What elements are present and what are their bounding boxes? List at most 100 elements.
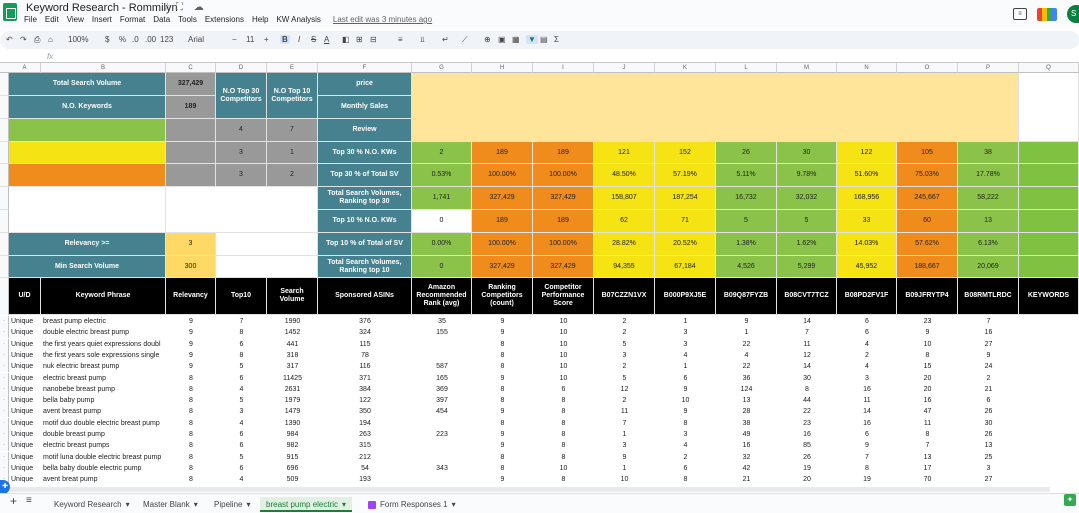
table-cell[interactable]: 4	[216, 418, 267, 429]
metric-value[interactable]: 1.62%	[777, 233, 837, 256]
table-cell[interactable]: 8	[166, 406, 216, 417]
menu-help[interactable]: Help	[252, 15, 268, 27]
table-cell[interactable]: 324	[318, 327, 412, 338]
metric-value[interactable]: 105	[897, 142, 958, 164]
table-cell[interactable]: 8	[166, 384, 216, 395]
table-cell[interactable]: 9	[472, 440, 533, 451]
table-cell[interactable]: 20	[777, 474, 837, 485]
header-9[interactable]: B07CZZN1VX	[594, 278, 655, 315]
table-cell[interactable]: 20	[897, 373, 958, 384]
top10-count-orange[interactable]: 2	[267, 164, 318, 187]
table-cell[interactable]: 7	[837, 452, 897, 463]
table-cell[interactable]: 3	[594, 350, 655, 361]
total-search-volume-label[interactable]: Total Search Volume	[9, 73, 166, 96]
table-cell[interactable]: 9	[166, 327, 216, 338]
more-formats-button[interactable]: 123	[160, 35, 173, 44]
table-cell[interactable]	[412, 452, 472, 463]
table-cell[interactable]: 5	[216, 452, 267, 463]
table-cell[interactable]: 350	[318, 406, 412, 417]
table-cell[interactable]: 23	[897, 316, 958, 327]
table-cell[interactable]: 12	[777, 350, 837, 361]
undo-icon[interactable]: ↶	[6, 35, 13, 44]
table-cell[interactable]: 587	[412, 361, 472, 372]
metric-value[interactable]: 20.52%	[655, 233, 716, 256]
table-cell[interactable]: 5	[216, 361, 267, 372]
italic-button[interactable]: I	[298, 35, 300, 44]
table-cell[interactable]: 371	[318, 373, 412, 384]
table-cell[interactable]: 8	[533, 395, 594, 406]
metric-value[interactable]: 189	[472, 210, 533, 233]
table-cell[interactable]: Unique	[9, 406, 41, 417]
menu-format[interactable]: Format	[120, 15, 145, 27]
header-6[interactable]: Amazon Recommended Rank (avg)	[412, 278, 472, 315]
header-16[interactable]: KEYWORDS	[1019, 278, 1079, 315]
table-cell[interactable]: 12	[594, 384, 655, 395]
metric-value[interactable]: 30	[777, 142, 837, 164]
menu-edit[interactable]: Edit	[45, 15, 59, 27]
column-header-d[interactable]: D	[216, 63, 267, 73]
table-cell[interactable]: the first years sole expressions single	[41, 350, 166, 361]
table-cell[interactable]: 1	[594, 429, 655, 440]
table-cell[interactable]: electric breast pumps	[41, 440, 166, 451]
explore-icon[interactable]: ✦	[1064, 494, 1076, 506]
price-label[interactable]: price	[318, 73, 412, 96]
column-header-e[interactable]: E	[267, 63, 318, 73]
table-cell[interactable]: 1979	[267, 395, 318, 406]
add-sheet-button[interactable]: +	[10, 494, 17, 508]
table-cell[interactable]: 47	[897, 406, 958, 417]
table-cell[interactable]: 9	[837, 440, 897, 451]
metric-value[interactable]: 188,667	[897, 256, 958, 278]
all-sheets-button[interactable]: ≡	[26, 495, 32, 506]
sheet-tab-form-responses-1[interactable]: Form Responses 1 ▾	[362, 497, 462, 512]
table-cell[interactable]: 509	[267, 474, 318, 485]
table-cell[interactable]: 27	[958, 474, 1019, 485]
table-cell[interactable]: 3	[655, 327, 716, 338]
table-cell[interactable]: 13	[897, 452, 958, 463]
table-cell[interactable]: 8	[166, 474, 216, 485]
table-cell[interactable]: 8	[166, 395, 216, 406]
table-cell[interactable]: 26	[777, 452, 837, 463]
table-cell[interactable]: 19	[777, 463, 837, 474]
column-header-k[interactable]: K	[655, 63, 716, 73]
table-cell[interactable]: 8	[837, 463, 897, 474]
metric-value[interactable]: 158,807	[594, 187, 655, 210]
table-cell[interactable]	[412, 440, 472, 451]
min-search-volume-label[interactable]: Min Search Volume	[9, 256, 166, 278]
table-cell[interactable]: 6	[216, 440, 267, 451]
table-cell[interactable]: 17	[897, 463, 958, 474]
table-cell[interactable]: 38	[716, 418, 777, 429]
metric-value[interactable]: 1.38%	[716, 233, 777, 256]
table-cell[interactable]: 6	[837, 327, 897, 338]
currency-button[interactable]: $	[105, 35, 109, 44]
table-cell[interactable]: 343	[412, 463, 472, 474]
merge-cells-icon[interactable]: ⊟	[370, 35, 377, 44]
vertical-align-icon[interactable]: ⫫	[420, 35, 425, 45]
metric-value[interactable]: 2	[412, 142, 472, 164]
table-cell[interactable]: 36	[716, 373, 777, 384]
table-cell[interactable]: 8	[533, 429, 594, 440]
table-cell[interactable]: 7	[958, 316, 1019, 327]
table-cell[interactable]: 9	[166, 339, 216, 350]
table-cell[interactable]: Unique	[9, 395, 41, 406]
metric-value[interactable]: 0.00%	[412, 233, 472, 256]
star-glyph[interactable]: ☆	[163, 2, 176, 13]
table-cell[interactable]: 9	[472, 373, 533, 384]
review-label[interactable]: Review	[318, 119, 412, 142]
table-cell[interactable]: 8	[472, 452, 533, 463]
table-cell[interactable]: 6	[655, 463, 716, 474]
table-cell[interactable]: 78	[318, 350, 412, 361]
table-cell[interactable]: 8	[777, 384, 837, 395]
table-cell[interactable]: 4	[716, 350, 777, 361]
table-cell[interactable]: 2	[655, 452, 716, 463]
table-cell[interactable]: 8	[472, 339, 533, 350]
header-4[interactable]: Search Volume	[267, 278, 318, 315]
table-cell[interactable]: 1452	[267, 327, 318, 338]
table-cell[interactable]: 10	[533, 350, 594, 361]
insert-comment-icon[interactable]: ▣	[498, 35, 506, 44]
last-edit-link[interactable]: Last edit was 3 minutes ago	[333, 15, 432, 27]
table-cell[interactable]: 194	[318, 418, 412, 429]
menu-extensions[interactable]: Extensions	[205, 15, 244, 27]
table-cell[interactable]: 2	[958, 373, 1019, 384]
column-header-g[interactable]: G	[412, 63, 472, 73]
metric-value[interactable]: 62	[594, 210, 655, 233]
